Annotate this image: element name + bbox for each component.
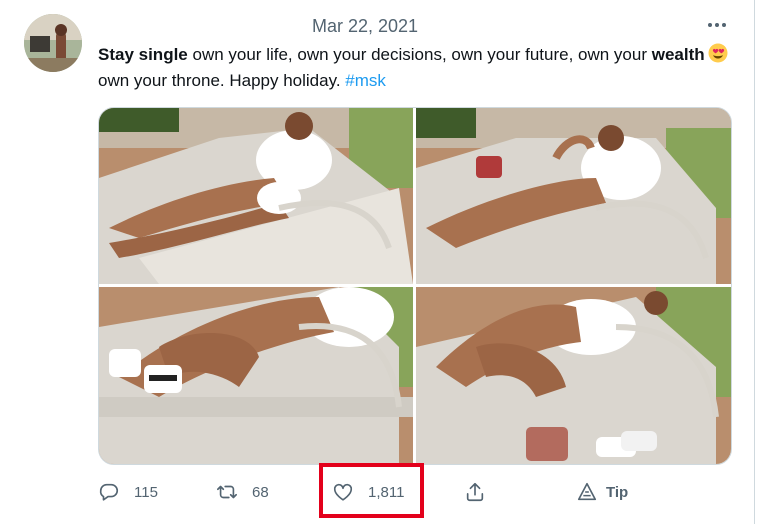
- timeline-border: [754, 0, 755, 524]
- tip-icon: [577, 482, 597, 501]
- retweet-count: 68: [252, 483, 269, 501]
- tip-button[interactable]: Tip: [576, 470, 628, 514]
- tip-label: Tip: [606, 483, 629, 501]
- more-icon[interactable]: [703, 14, 731, 36]
- photo-2[interactable]: [416, 108, 731, 284]
- share-button[interactable]: [464, 470, 486, 514]
- reply-count: 115: [134, 483, 158, 501]
- share-icon: [466, 482, 484, 502]
- retweet-button[interactable]: 68: [216, 470, 269, 514]
- photo-1[interactable]: [99, 108, 413, 284]
- avatar[interactable]: [24, 14, 82, 72]
- retweet-icon: [217, 485, 237, 499]
- tweet-text-part2: own your throne. Happy holiday.: [98, 71, 346, 90]
- photo-4[interactable]: [416, 287, 731, 464]
- heart-eyes-emoji-icon: [708, 43, 728, 63]
- tweet-text-bold-wealth: wealth: [651, 45, 705, 64]
- reply-button[interactable]: 115: [98, 470, 158, 514]
- like-highlight-box: [319, 463, 424, 518]
- hashtag-link[interactable]: #msk: [345, 71, 386, 90]
- reply-icon: [99, 483, 119, 501]
- tweet-text-bold-start: Stay single: [98, 45, 188, 64]
- media-grid: [98, 107, 732, 465]
- tweet-text: Stay single own your life, own your deci…: [98, 42, 738, 94]
- tweet-text-part1: own your life, own your decisions, own y…: [187, 45, 652, 64]
- tweet-date[interactable]: Mar 22, 2021: [312, 16, 418, 37]
- photo-3[interactable]: [99, 287, 413, 464]
